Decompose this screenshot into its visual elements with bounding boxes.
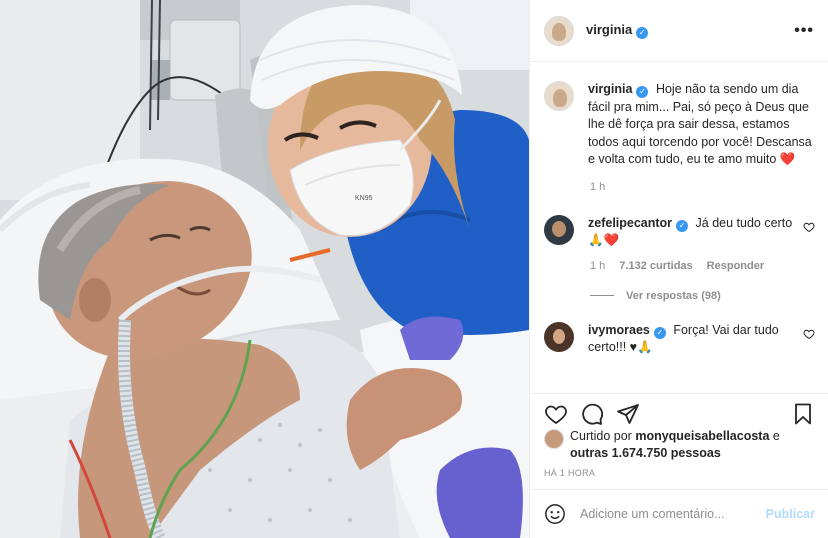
comment-text: zefelipecantor ✓ Já deu tudo certo 🙏❤️	[588, 215, 793, 248]
comment-text: ivymoraes ✓ Força! Vai dar tudo certo!!! …	[588, 322, 779, 355]
likes-count[interactable]: outras 1.674.750 pessoas	[570, 446, 721, 460]
caption-text: virginia ✓ Hoje não ta sendo um dia fácil…	[588, 82, 812, 166]
like-comment-heart-icon[interactable]	[803, 221, 815, 233]
publish-button[interactable]: Publicar	[766, 507, 815, 521]
post-photo[interactable]: KN95	[0, 0, 529, 538]
reply-button[interactable]: Responder	[707, 260, 764, 272]
post-image: KN95	[0, 0, 529, 538]
comment-icon[interactable]	[580, 402, 604, 426]
post-header: virginia ✓ •••	[530, 0, 828, 62]
verified-badge-icon: ✓	[676, 219, 689, 232]
liked-by: Curtido por monyqueisabellacosta e outra…	[544, 428, 819, 462]
post-sidebar: virginia ✓ ••• virginia ✓ Hoje não ta send…	[529, 0, 828, 538]
smiley-icon[interactable]	[544, 503, 566, 525]
bookmark-icon[interactable]	[791, 402, 815, 426]
caption-time[interactable]: 1 h	[590, 181, 605, 193]
liker-avatar[interactable]	[544, 429, 564, 449]
caption: virginia ✓ Hoje não ta sendo um dia fácil…	[544, 81, 815, 169]
share-icon[interactable]	[616, 402, 640, 426]
red-heart-emoji: ❤️	[779, 152, 796, 166]
comment-likes[interactable]: 7.132 curtidas	[619, 260, 692, 272]
commenter-username[interactable]: zefelipecantor ✓	[588, 216, 689, 232]
comments-section[interactable]: virginia ✓ Hoje não ta sendo um dia fácil…	[530, 63, 828, 393]
comment-time[interactable]: 1 h	[590, 260, 605, 272]
view-replies-button[interactable]: Ver respostas (98)	[590, 290, 815, 302]
caption-avatar[interactable]	[544, 81, 574, 111]
caption-meta: 1 h	[590, 181, 815, 193]
comment-input[interactable]	[580, 507, 755, 521]
like-comment-heart-icon[interactable]	[803, 328, 815, 340]
heart-icon[interactable]	[544, 402, 568, 426]
action-bar	[530, 393, 828, 433]
author-username[interactable]: virginia ✓	[586, 22, 649, 39]
replies-line	[590, 295, 614, 296]
svg-text:KN95: KN95	[355, 195, 373, 202]
liker-username[interactable]: monyqueisabellacosta	[635, 429, 769, 443]
comment-item: ivymoraes ✓ Força! Vai dar tudo certo!!! …	[544, 321, 815, 357]
comment-item: zefelipecantor ✓ Já deu tudo certo 🙏❤️	[544, 214, 815, 250]
commenter-avatar[interactable]	[544, 214, 574, 245]
post-timestamp[interactable]: HÁ 1 HORA	[544, 468, 595, 478]
verified-badge-icon: ✓	[636, 27, 649, 39]
caption-username[interactable]: virginia ✓	[588, 82, 649, 98]
liked-by-text: Curtido por monyqueisabellacosta e outra…	[570, 429, 780, 460]
commenter-avatar[interactable]	[544, 321, 574, 352]
verified-badge-icon: ✓	[653, 326, 666, 339]
instagram-post: KN95 virginia ✓ ••• virginia ✓ Hoje não ta…	[0, 0, 828, 538]
comment-meta: 1 h 7.132 curtidas Responder	[590, 260, 815, 272]
add-comment-bar: Publicar	[530, 489, 828, 538]
more-options-icon[interactable]: •••	[794, 22, 814, 40]
author-avatar[interactable]	[544, 15, 574, 46]
commenter-username[interactable]: ivymoraes ✓	[588, 323, 666, 339]
verified-badge-icon: ✓	[636, 86, 649, 98]
